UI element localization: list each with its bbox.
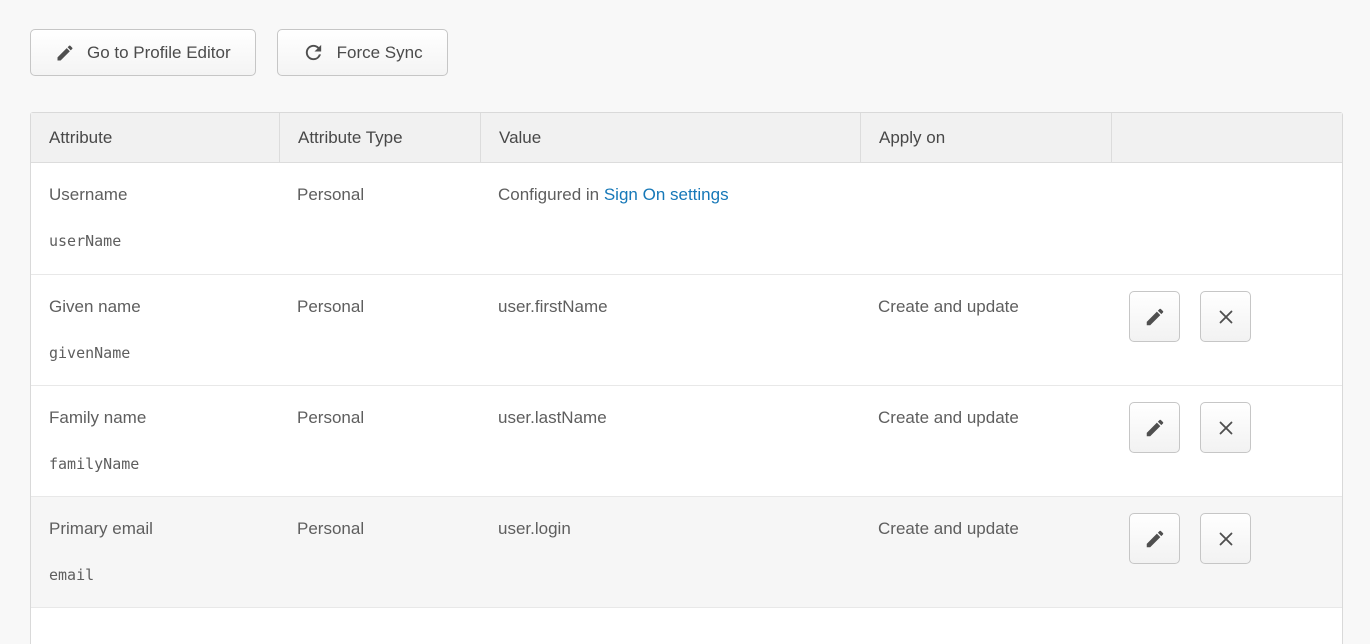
- pencil-icon: [1144, 417, 1166, 439]
- table-row-primary-email: Primary email email Personal user.login …: [31, 496, 1342, 607]
- pencil-icon: [1144, 528, 1166, 550]
- go-to-profile-editor-button[interactable]: Go to Profile Editor: [30, 29, 256, 76]
- table-row-given-name: Given name givenName Personal user.first…: [31, 274, 1342, 385]
- value-text: Configured in: [498, 185, 604, 204]
- header-apply-on: Apply on: [860, 113, 1111, 163]
- attribute-cell: Primary email email: [31, 496, 279, 607]
- attribute-mappings-table: Attribute Attribute Type Value Apply on …: [30, 112, 1343, 644]
- attribute-label: Family name: [49, 408, 269, 428]
- actions-cell: [1111, 385, 1342, 496]
- attribute-cell: Given name givenName: [31, 274, 279, 385]
- apply-on-cell: Create and update: [860, 496, 1111, 607]
- attribute-type-cell: Personal: [279, 385, 480, 496]
- actions-cell: [1111, 496, 1342, 607]
- apply-on-cell: Create and update: [860, 385, 1111, 496]
- pencil-icon: [1144, 306, 1166, 328]
- apply-on-cell: Create and update: [860, 274, 1111, 385]
- empty-cell: [31, 607, 1342, 644]
- value-cell: user.firstName: [480, 274, 860, 385]
- table-row-username: Username userName Personal Configured in…: [31, 163, 1342, 274]
- value-cell: user.lastName: [480, 385, 860, 496]
- edit-mapping-button[interactable]: [1129, 513, 1180, 564]
- close-icon: [1215, 306, 1237, 328]
- table-header: Attribute Attribute Type Value Apply on: [31, 113, 1342, 163]
- actions-cell: [1111, 274, 1342, 385]
- pencil-icon: [55, 43, 75, 63]
- close-icon: [1215, 417, 1237, 439]
- toolbar: Go to Profile Editor Force Sync: [0, 0, 1370, 76]
- header-attribute: Attribute: [31, 113, 279, 163]
- header-value: Value: [480, 113, 860, 163]
- header-attribute-type: Attribute Type: [279, 113, 480, 163]
- value-cell: Configured in Sign On settings: [480, 163, 860, 274]
- attribute-mappings-table-container: Attribute Attribute Type Value Apply on …: [30, 112, 1343, 644]
- force-sync-button[interactable]: Force Sync: [277, 29, 448, 76]
- attribute-variable: email: [49, 566, 269, 584]
- apply-on-cell: [860, 163, 1111, 274]
- attribute-variable: givenName: [49, 344, 269, 362]
- header-actions: [1111, 113, 1342, 163]
- edit-mapping-button[interactable]: [1129, 402, 1180, 453]
- table-row-family-name: Family name familyName Personal user.las…: [31, 385, 1342, 496]
- attribute-label: Given name: [49, 297, 269, 317]
- actions-cell: [1111, 163, 1342, 274]
- attribute-cell: Username userName: [31, 163, 279, 274]
- attribute-label: Username: [49, 185, 269, 205]
- delete-mapping-button[interactable]: [1200, 513, 1251, 564]
- attribute-variable: familyName: [49, 455, 269, 473]
- value-cell: user.login: [480, 496, 860, 607]
- refresh-icon: [302, 41, 325, 64]
- empty-row: [31, 607, 1342, 644]
- attribute-cell: Family name familyName: [31, 385, 279, 496]
- sign-on-settings-link[interactable]: Sign On settings: [604, 185, 729, 204]
- attribute-type-cell: Personal: [279, 274, 480, 385]
- attribute-label: Primary email: [49, 519, 269, 539]
- close-icon: [1215, 528, 1237, 550]
- delete-mapping-button[interactable]: [1200, 291, 1251, 342]
- attribute-type-cell: Personal: [279, 163, 480, 274]
- go-to-profile-editor-label: Go to Profile Editor: [87, 43, 231, 63]
- attribute-variable: userName: [49, 232, 269, 250]
- edit-mapping-button[interactable]: [1129, 291, 1180, 342]
- attribute-type-cell: Personal: [279, 496, 480, 607]
- delete-mapping-button[interactable]: [1200, 402, 1251, 453]
- force-sync-label: Force Sync: [337, 43, 423, 63]
